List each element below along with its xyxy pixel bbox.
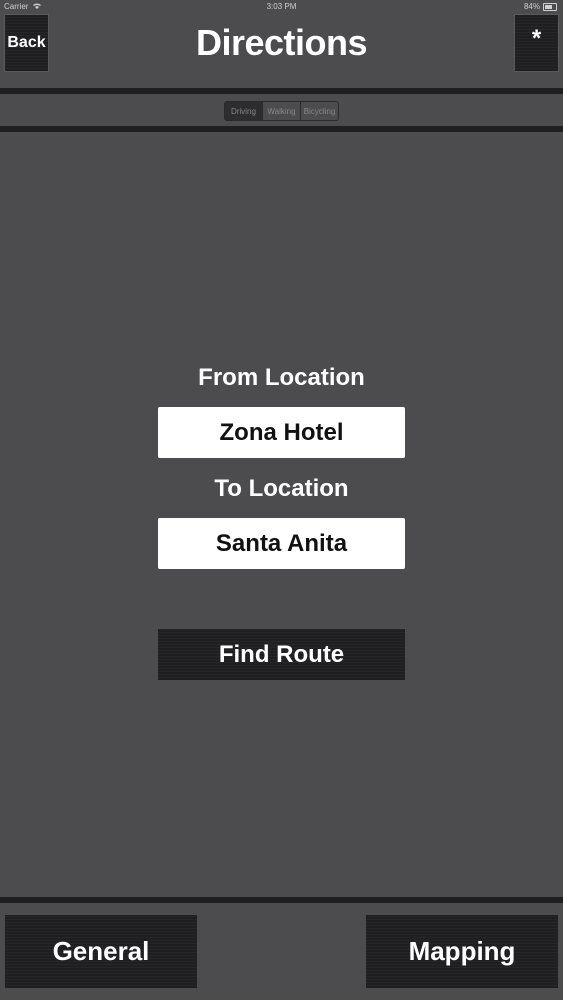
battery-percent: 84% [523,2,540,11]
battery-indicator: 84% [524,2,557,11]
to-location-label: To Location [214,475,349,502]
from-location-input[interactable] [158,407,405,458]
from-location-label: From Location [198,364,365,391]
segment-driving[interactable]: Driving [225,102,263,120]
status-bar: Carrier 3:03 PM 84% [0,0,563,14]
find-route-button[interactable]: Find Route [158,629,405,680]
segment-bicycling[interactable]: Bicycling [301,102,338,120]
footer-divider [0,897,563,903]
segment-divider [0,126,563,132]
general-button[interactable]: General [5,915,197,988]
page-title: Directions [195,22,368,63]
star-button[interactable]: * [514,14,559,72]
mapping-button[interactable]: Mapping [366,915,558,988]
segment-walking[interactable]: Walking [263,102,301,120]
transport-mode-selector: Driving Walking Bicycling [224,101,339,121]
to-location-input[interactable] [158,518,405,569]
header-divider [0,88,563,94]
battery-icon [543,2,557,11]
status-time: 3:03 PM [266,2,297,11]
